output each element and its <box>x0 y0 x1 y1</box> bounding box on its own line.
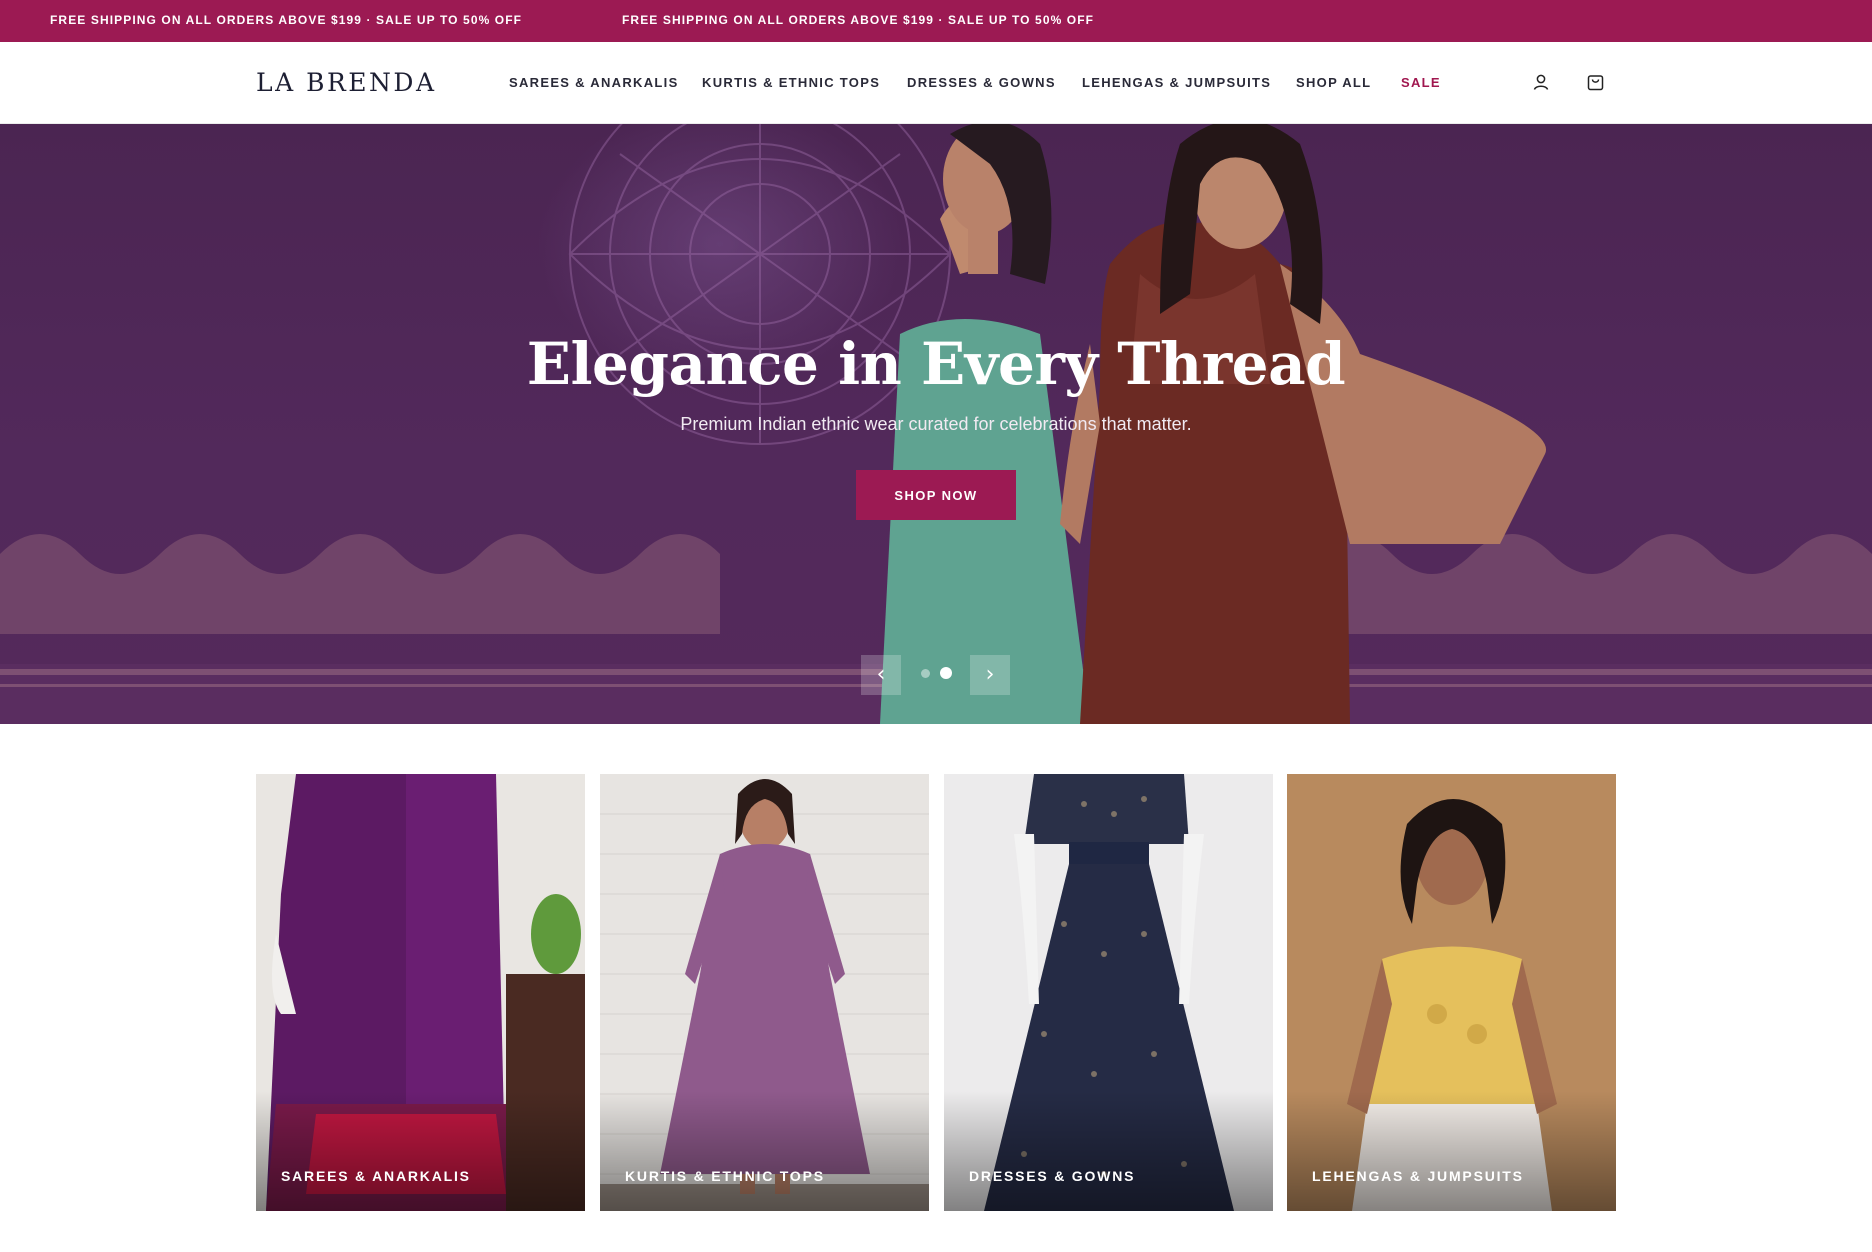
nav-item-kurtis-ethnic-tops[interactable]: KURTIS & ETHNIC TOPS <box>702 75 880 90</box>
slider-dot-2-active[interactable] <box>940 667 952 679</box>
category-label: KURTIS & ETHNIC TOPS <box>625 1168 825 1184</box>
slider-next-button[interactable]: › <box>970 655 1010 695</box>
hero-title: Elegance in Every Thread <box>526 330 1346 398</box>
nav-item-dresses-gowns[interactable]: DRESSES & GOWNS <box>907 75 1056 90</box>
shop-now-button[interactable]: SHOP NOW <box>856 470 1016 520</box>
category-tile-dresses-gowns[interactable]: DRESSES & GOWNS <box>944 774 1273 1211</box>
announcement-message: FREE SHIPPING ON ALL ORDERS ABOVE $199 ·… <box>50 13 523 27</box>
hero-subtitle: Premium Indian ethnic wear curated for c… <box>680 414 1192 434</box>
account-icon[interactable] <box>1528 69 1554 95</box>
category-label: LEHENGAS & JUMPSUITS <box>1312 1168 1524 1184</box>
cart-icon[interactable] <box>1582 69 1608 95</box>
nav-item-shop-all[interactable]: SHOP ALL <box>1296 75 1371 90</box>
site-logo[interactable]: LA BRENDA <box>256 68 437 97</box>
nav-item-sale[interactable]: SALE <box>1401 75 1441 90</box>
category-tile-kurtis-ethnic-tops[interactable]: KURTIS & ETHNIC TOPS <box>600 774 929 1211</box>
slider-dot-1[interactable] <box>921 669 930 678</box>
category-label: SAREES & ANARKALIS <box>281 1168 471 1184</box>
slider-prev-button[interactable]: ‹ <box>861 655 901 695</box>
tile-shade <box>600 1091 929 1211</box>
nav-item-lehengas-jumpsuits[interactable]: LEHENGAS & JUMPSUITS <box>1082 75 1271 90</box>
category-tile-sarees-anarkalis[interactable]: SAREES & ANARKALIS <box>256 774 585 1211</box>
announcement-message: FREE SHIPPING ON ALL ORDERS ABOVE $199 ·… <box>622 13 1095 27</box>
tile-shade <box>944 1091 1273 1211</box>
nav-item-sarees-anarkalis[interactable]: SAREES & ANARKALIS <box>509 75 679 90</box>
category-label: DRESSES & GOWNS <box>969 1168 1136 1184</box>
category-tile-lehengas-jumpsuits[interactable]: LEHENGAS & JUMPSUITS <box>1287 774 1616 1211</box>
site-header: LA BRENDA SAREES & ANARKALIS KURTIS & ET… <box>0 42 1872 124</box>
announcement-bar: FREE SHIPPING ON ALL ORDERS ABOVE $199 ·… <box>0 0 1872 42</box>
hero-banner: Elegance in Every Thread Premium Indian … <box>0 124 1872 724</box>
tile-shade <box>256 1091 585 1211</box>
tile-shade <box>1287 1091 1616 1211</box>
